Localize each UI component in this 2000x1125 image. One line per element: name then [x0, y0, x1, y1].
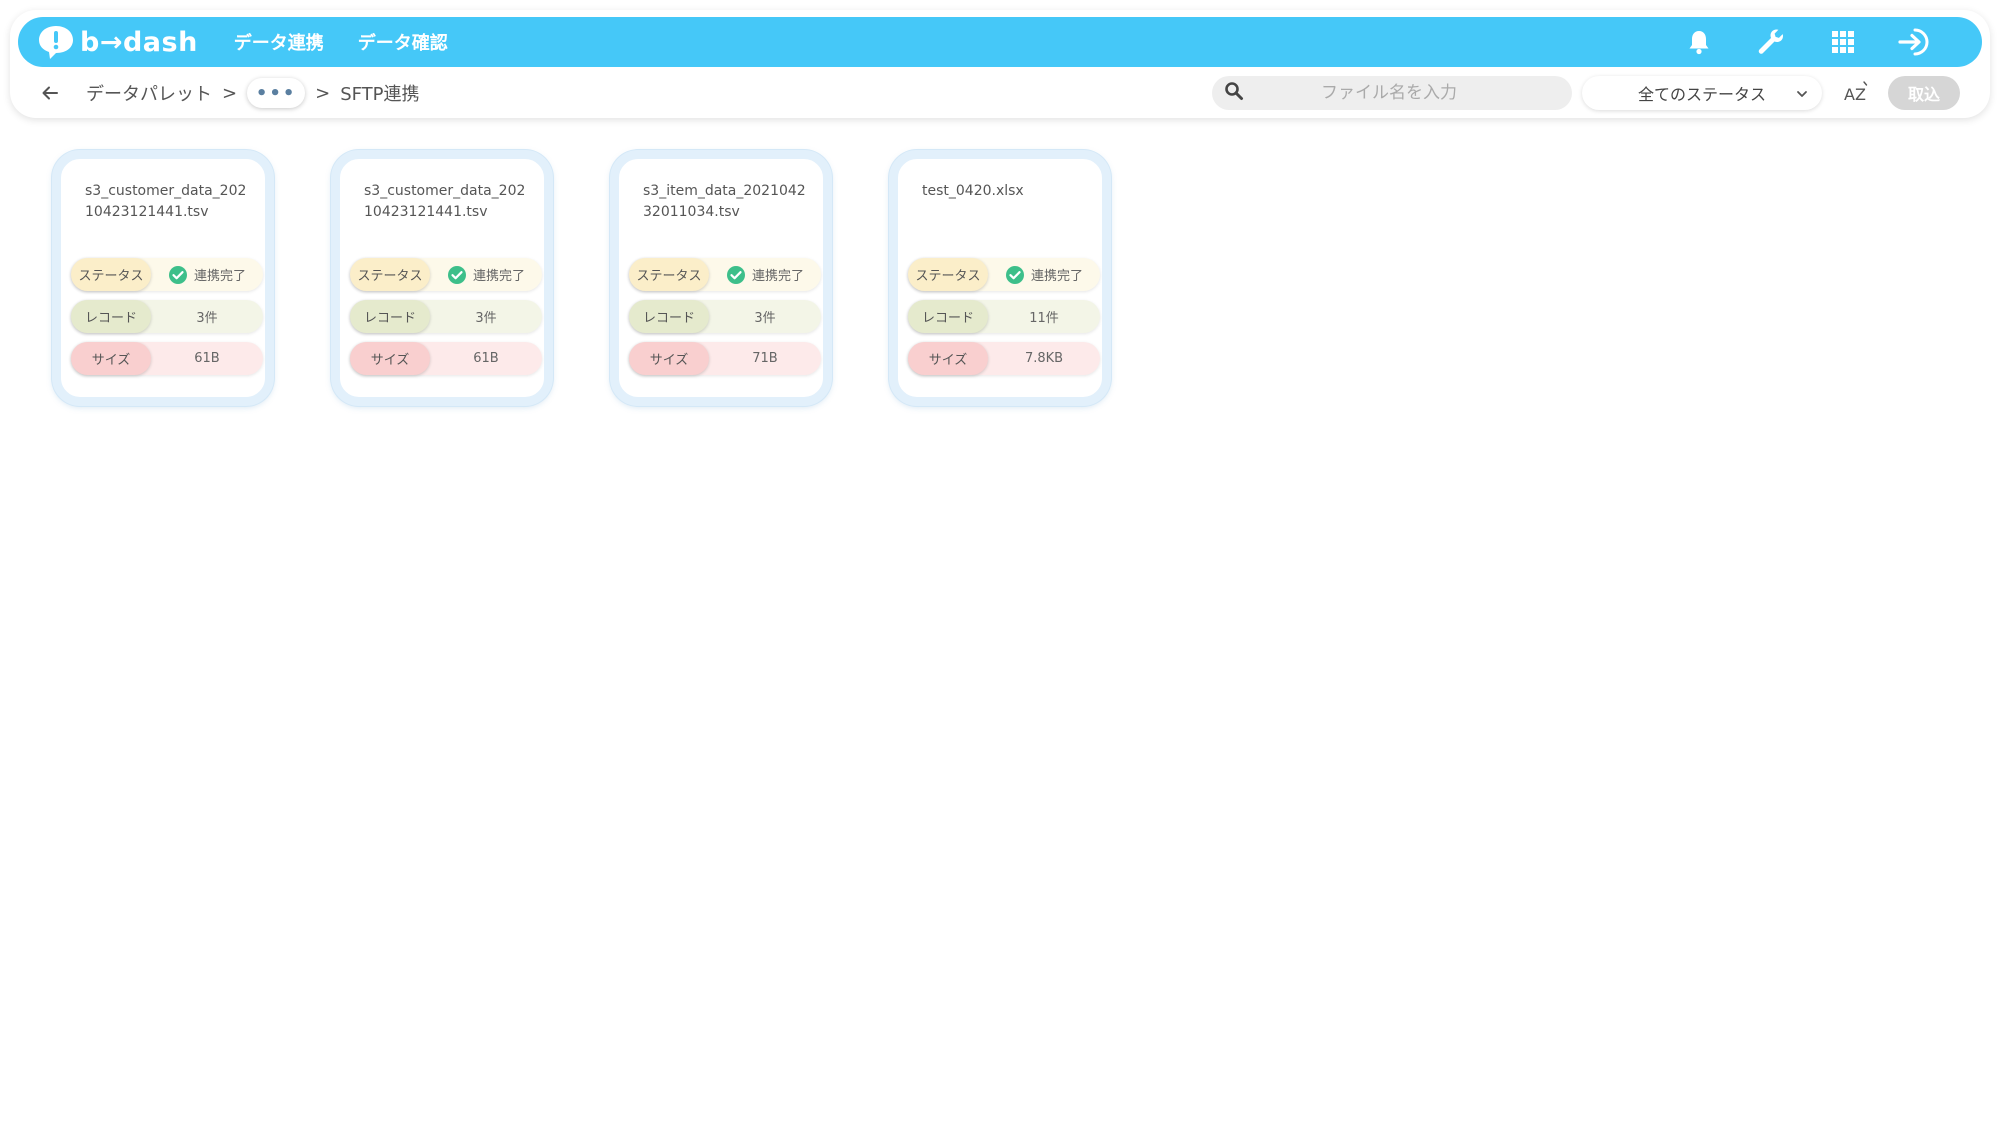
record-row: レコード 3件 — [629, 300, 821, 333]
size-row: サイズ 61B — [71, 342, 263, 375]
breadcrumb-data-palette[interactable]: データパレット — [86, 80, 212, 106]
status-filter-select[interactable]: 全てのステータス — [1582, 76, 1822, 110]
brand-logo[interactable]: b→dash — [36, 17, 198, 67]
check-circle-icon — [1005, 265, 1025, 285]
size-label: サイズ — [71, 342, 151, 375]
size-label: サイズ — [350, 342, 430, 375]
search-box — [1212, 76, 1572, 110]
import-button[interactable]: 取込 — [1888, 76, 1960, 110]
file-name: test_0420.xlsx — [922, 183, 1024, 199]
record-row: レコード 11件 — [908, 300, 1100, 333]
file-name: s3_item_data_202104232011034.tsv — [643, 183, 806, 220]
breadcrumb: データパレット > ••• > SFTP連携 — [86, 78, 420, 108]
file-name: s3_customer_data_20210423121441.tsv — [85, 183, 247, 220]
back-arrow-icon[interactable] — [32, 75, 68, 111]
file-size: 61B — [194, 351, 220, 366]
nav-data-check[interactable]: データ確認 — [358, 29, 448, 55]
record-count: 3件 — [475, 311, 497, 326]
file-name-search-input[interactable] — [1244, 82, 1572, 104]
main-nav: データ連携 データ確認 — [234, 29, 448, 55]
file-size: 7.8KB — [1024, 351, 1064, 366]
file-card[interactable]: test_0420.xlsx ステータス 連携完了 レコード 11件 サイズ 7… — [889, 150, 1111, 406]
size-label: サイズ — [908, 342, 988, 375]
breadcrumb-ellipsis-button[interactable]: ••• — [247, 78, 306, 108]
logo-bubble-icon — [36, 23, 76, 61]
breadcrumb-current: SFTP連携 — [340, 84, 420, 105]
logo-text: b→dash — [80, 26, 198, 58]
status-value: 連携完了 — [709, 265, 821, 285]
status-text: 連携完了 — [751, 269, 804, 284]
sort-az-icon[interactable]: AZ — [1840, 76, 1874, 110]
record-count: 3件 — [754, 311, 776, 326]
record-label: レコード — [908, 300, 988, 333]
record-row: レコード 3件 — [350, 300, 542, 333]
top-navigation-bar: b→dash データ連携 データ確認 — [18, 17, 1982, 67]
sign-in-icon[interactable] — [1898, 25, 1932, 59]
file-card[interactable]: s3_customer_data_20210423121441.tsv ステータ… — [331, 150, 553, 406]
status-label: ステータス — [71, 258, 151, 291]
header-actions — [1682, 25, 1932, 59]
record-label: レコード — [71, 300, 151, 333]
grid-icon[interactable] — [1826, 25, 1860, 59]
check-circle-icon — [447, 265, 467, 285]
breadcrumb-separator: > — [315, 82, 331, 104]
sort-az-label: AZ — [1844, 85, 1866, 104]
status-value: 連携完了 — [430, 265, 542, 285]
file-card[interactable]: s3_customer_data_20210423121441.tsv ステータ… — [52, 150, 274, 406]
status-row: ステータス 連携完了 — [71, 258, 263, 291]
status-text: 連携完了 — [472, 269, 525, 284]
record-label: レコード — [350, 300, 430, 333]
file-size: 61B — [473, 351, 499, 366]
status-filter-value: 全てのステータス — [1637, 85, 1766, 104]
wrench-icon[interactable] — [1754, 25, 1788, 59]
bell-icon[interactable] — [1682, 25, 1716, 59]
file-card[interactable]: s3_item_data_202104232011034.tsv ステータス 連… — [610, 150, 832, 406]
breadcrumb-separator: > — [222, 82, 238, 104]
size-label: サイズ — [629, 342, 709, 375]
sub-toolbar: データパレット > ••• > SFTP連携 全てのステータス — [18, 72, 1982, 114]
chevron-down-icon — [1796, 85, 1808, 104]
record-count: 3件 — [196, 311, 218, 326]
file-card-list: s3_customer_data_20210423121441.tsv ステータ… — [52, 150, 1111, 406]
status-value: 連携完了 — [988, 265, 1100, 285]
file-size: 71B — [752, 351, 778, 366]
status-row: ステータス 連携完了 — [350, 258, 542, 291]
record-count: 11件 — [1029, 311, 1059, 326]
search-icon — [1224, 81, 1244, 105]
check-circle-icon — [726, 265, 746, 285]
size-row: サイズ 61B — [350, 342, 542, 375]
nav-data-integration[interactable]: データ連携 — [234, 29, 324, 55]
status-label: ステータス — [350, 258, 430, 291]
toolbar-right: 全てのステータス AZ 取込 — [1212, 76, 1960, 110]
status-text: 連携完了 — [193, 269, 246, 284]
status-row: ステータス 連携完了 — [629, 258, 821, 291]
status-label: ステータス — [908, 258, 988, 291]
file-name: s3_customer_data_20210423121441.tsv — [364, 183, 526, 220]
status-value: 連携完了 — [151, 265, 263, 285]
size-row: サイズ 7.8KB — [908, 342, 1100, 375]
record-label: レコード — [629, 300, 709, 333]
check-circle-icon — [168, 265, 188, 285]
status-text: 連携完了 — [1030, 269, 1083, 284]
status-row: ステータス 連携完了 — [908, 258, 1100, 291]
record-row: レコード 3件 — [71, 300, 263, 333]
size-row: サイズ 71B — [629, 342, 821, 375]
status-label: ステータス — [629, 258, 709, 291]
